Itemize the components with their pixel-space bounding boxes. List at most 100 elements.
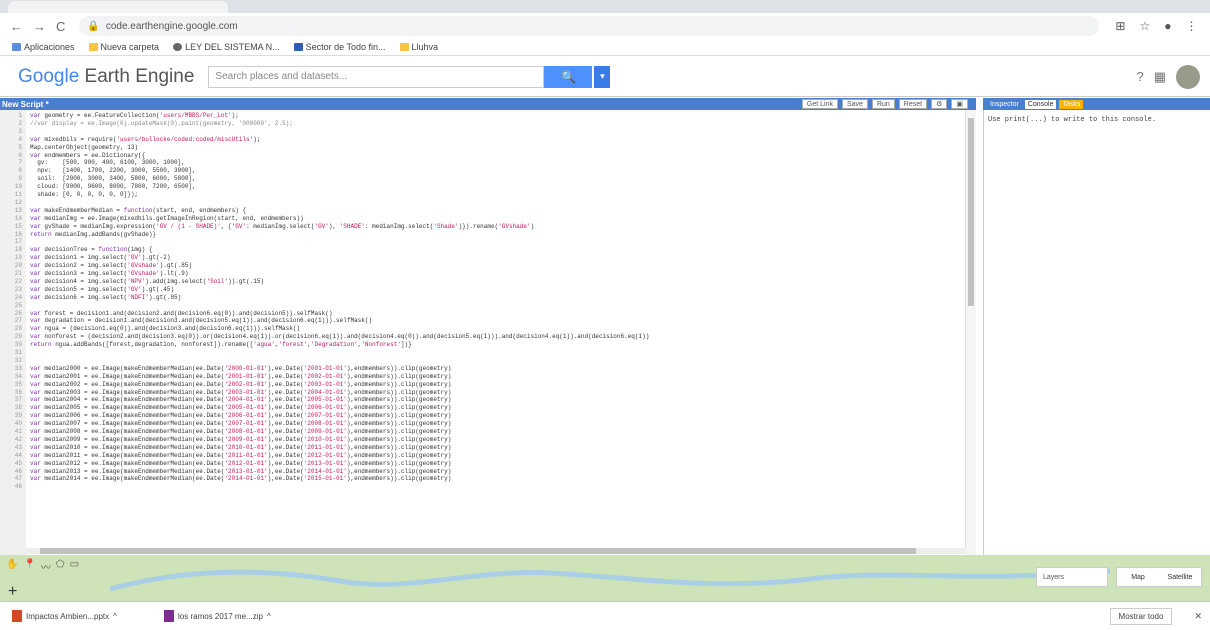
map-button[interactable]: Map	[1117, 574, 1159, 581]
code-line[interactable]: 31	[0, 349, 30, 357]
chevron-up-icon[interactable]: ^	[113, 612, 117, 621]
code-text: var median2004 = ee.Image(makeEndmemberM…	[30, 396, 452, 404]
zoom-in-icon[interactable]: +	[8, 583, 17, 601]
bookmark-item[interactable]: Aplicaciones	[12, 42, 75, 52]
code-editor[interactable]: 1 var geometry = ee.FeatureCollection('us…	[0, 110, 966, 555]
map-view[interactable]: ✋ 📍 〰 ⬠ ▭ + Layers Map Satellite	[0, 555, 1210, 601]
code-line[interactable]: 32	[0, 357, 30, 365]
code-line[interactable]: 29 var nonforest = (decision2.and(decisio…	[0, 333, 650, 341]
code-line[interactable]: 15 var gvShade = medianImg.expression('GV…	[0, 223, 534, 231]
bookmark-item[interactable]: LEY DEL SISTEMA N...	[173, 42, 280, 52]
reload-icon[interactable]: C	[56, 19, 65, 34]
code-line[interactable]: 44 var median2011 = ee.Image(makeEndmembe…	[0, 451, 452, 460]
code-line[interactable]: 22 var decision4 = img.select('NPV').add(…	[0, 278, 264, 286]
polygon-icon[interactable]: ⬠	[56, 559, 65, 574]
code-line[interactable]: 10 cloud: [9000, 9600, 8000, 7800, 7200,…	[0, 183, 196, 191]
code-line[interactable]: 46 var median2013 = ee.Image(makeEndmembe…	[0, 468, 452, 476]
gee-logo[interactable]: Google Earth Engine	[18, 66, 194, 88]
tab-inspector[interactable]: Inspector	[987, 100, 1022, 109]
search-input[interactable]: Search places and datasets...	[208, 65, 545, 88]
code-line[interactable]: 47 var median2014 = ee.Image(makeEndmembe…	[0, 475, 452, 483]
line-number: 36	[14, 388, 22, 396]
code-line[interactable]: 18 var decisionTree = function(img) {	[0, 246, 153, 254]
code-line[interactable]: 4 var mixedbils = require('users/bullocke…	[0, 136, 260, 144]
satellite-button[interactable]: Satellite	[1159, 574, 1201, 581]
code-line[interactable]: 6 var endmembers = ee.Dictionary({	[0, 152, 145, 160]
code-line[interactable]: 14 var medianImg = ee.Image(mixedbils.get…	[0, 215, 304, 223]
code-line[interactable]: 7 gv: [500, 900, 400, 6100, 3000, 1000],	[0, 159, 184, 167]
tab-tasks[interactable]: Tasks	[1059, 99, 1084, 109]
line-icon[interactable]: 〰	[41, 559, 51, 574]
star-icon[interactable]: ☆	[1139, 19, 1150, 33]
url-field[interactable]: 🔒 code.earthengine.google.com	[79, 16, 1100, 36]
save-button[interactable]: Save	[841, 99, 868, 109]
code-line[interactable]: 43 var median2010 = ee.Image(makeEndmembe…	[0, 444, 452, 452]
bookmark-item[interactable]: Sector de Todo fin...	[293, 42, 386, 52]
browser-tab[interactable]	[8, 1, 228, 13]
close-icon[interactable]: ✕	[1194, 611, 1202, 622]
apps-grid-icon[interactable]: ▦	[1154, 69, 1166, 85]
code-line[interactable]: 1 var geometry = ee.FeatureCollection('us…	[0, 112, 238, 120]
code-line[interactable]: 3	[0, 128, 30, 136]
code-line[interactable]: 33 var median2000 = ee.Image(makeEndmembe…	[0, 365, 452, 373]
docs-icon[interactable]: ▣	[951, 99, 968, 109]
code-line[interactable]: 34 var median2001 = ee.Image(makeEndmembe…	[0, 373, 452, 381]
code-line[interactable]: 2 //var display = ee.Image(0).updateMask(…	[0, 120, 292, 128]
code-line[interactable]: 41 var median2008 = ee.Image(makeEndmembe…	[0, 428, 452, 436]
search-dropdown[interactable]: ▾	[594, 65, 611, 88]
code-line[interactable]: 19 var decision1 = img.select('GV').gt(-2…	[0, 254, 171, 262]
code-line[interactable]: 8 npv: [1400, 1700, 2200, 3000, 5500, 30…	[0, 167, 195, 175]
code-line[interactable]: 28 var ngua = (decision1.eq(0)).and(decis…	[0, 325, 300, 333]
code-line[interactable]: 12	[0, 199, 30, 207]
code-line[interactable]: 26 var forest = decision1.and(decision2.a…	[0, 310, 333, 318]
code-line[interactable]: 45 var median2012 = ee.Image(makeEndmembe…	[0, 460, 452, 468]
forward-icon[interactable]: →	[33, 19, 46, 34]
code-line[interactable]: 5 Map.centerObject(geometry, 13)	[0, 144, 138, 152]
layers-button[interactable]: Layers	[1036, 567, 1108, 587]
get-link-button[interactable]: Get Link	[801, 99, 838, 109]
code-line[interactable]: 16 return medianImg.addBands(gvShade)}	[0, 231, 156, 239]
code-line[interactable]: 27 var degradation = decision1.and(decisi…	[0, 317, 372, 325]
code-line[interactable]: 13 var makeEndmemberMedian = function(sta…	[0, 207, 246, 215]
chevron-up-icon[interactable]: ^	[267, 612, 271, 621]
code-line[interactable]: 36 var median2003 = ee.Image(makeEndmembe…	[0, 388, 452, 397]
help-icon[interactable]: ?	[1136, 69, 1143, 84]
translate-icon[interactable]: ⊞	[1115, 19, 1125, 33]
code-line[interactable]: 37 var median2004 = ee.Image(makeEndmembe…	[0, 396, 452, 404]
tab-console[interactable]: Console	[1024, 99, 1057, 109]
bookmark-item[interactable]: Lluhva	[399, 42, 438, 52]
run-button[interactable]: Run	[871, 99, 895, 109]
code-line[interactable]: 23 var decision5 = img.select('GV').gt(.4…	[0, 286, 174, 294]
download-item[interactable]: Impactos Ambien...pptx ^	[12, 610, 152, 622]
code-line[interactable]: 42 var median2009 = ee.Image(makeEndmembe…	[0, 436, 452, 444]
extension-icon[interactable]: ●	[1164, 19, 1171, 33]
rectangle-icon[interactable]: ▭	[70, 559, 79, 574]
code-line[interactable]: 24 var decision6 = img.select('NDFI').gt(…	[0, 294, 181, 302]
marker-icon[interactable]: 📍	[23, 559, 35, 574]
code-line[interactable]: 20 var decision2 = img.select('GVshade').…	[0, 262, 192, 270]
pan-icon[interactable]: ✋	[6, 559, 18, 574]
code-line[interactable]: 30 return ngua.addBands([forest,degradati…	[0, 341, 412, 349]
code-line[interactable]: 21 var decision3 = img.select('GVshade').…	[0, 270, 189, 278]
avatar[interactable]	[1176, 64, 1200, 89]
scroll-thumb[interactable]	[968, 118, 974, 306]
settings-icon[interactable]: ⚙	[931, 99, 948, 109]
hscroll-thumb[interactable]	[40, 548, 916, 554]
line-number: 44	[14, 451, 22, 459]
back-icon[interactable]: ←	[10, 19, 23, 34]
reset-button[interactable]: Reset	[898, 99, 928, 109]
show-all-button[interactable]: Mostrar todo	[1109, 607, 1173, 625]
code-line[interactable]: 17	[0, 238, 30, 246]
code-line[interactable]: 9 soil: [2000, 3000, 3400, 5800, 6000, 5…	[0, 175, 195, 183]
code-line[interactable]: 38 var median2005 = ee.Image(makeEndmembe…	[0, 404, 452, 412]
code-line[interactable]: 11 shade: [0, 0, 0, 0, 0, 0]});	[0, 191, 138, 199]
bookmark-item[interactable]: Nueva carpeta	[88, 42, 159, 52]
code-line[interactable]: 48	[0, 483, 30, 491]
code-line[interactable]: 39 var median2006 = ee.Image(makeEndmembe…	[0, 412, 452, 420]
menu-icon[interactable]: ⋮	[1185, 19, 1197, 33]
code-line[interactable]: 35 var median2002 = ee.Image(makeEndmembe…	[0, 381, 452, 389]
code-line[interactable]: 25	[0, 302, 30, 310]
download-item[interactable]: los ramos 2017 me...zip ^	[164, 610, 304, 622]
code-line[interactable]: 40 var median2007 = ee.Image(makeEndmembe…	[0, 420, 452, 428]
search-button[interactable]: 🔍	[544, 65, 593, 88]
